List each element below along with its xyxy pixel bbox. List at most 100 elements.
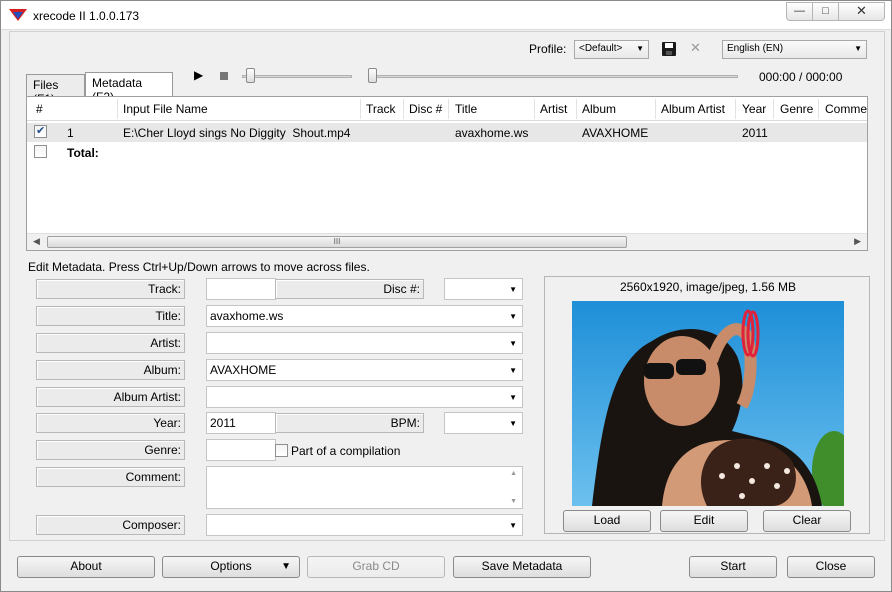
window-controls: — □ ✕ (786, 2, 885, 21)
scroll-up-icon[interactable]: ▲ (510, 470, 517, 477)
title-field[interactable]: avaxhome.ws ▼ (206, 305, 523, 327)
scroll-down-icon[interactable]: ▼ (510, 498, 517, 505)
year-input[interactable]: 2011 (206, 412, 276, 434)
language-select[interactable]: English (EN) ▼ (722, 40, 867, 59)
column-divider (117, 99, 118, 119)
chevron-down-icon: ▼ (509, 339, 517, 348)
chevron-down-icon: ▼ (509, 419, 517, 428)
start-button[interactable]: Start (689, 556, 777, 578)
compilation-label: Part of a compilation (291, 444, 401, 458)
chevron-down-icon: ▼ (509, 312, 517, 321)
file-list-table[interactable]: # Input File Name Track Disc # Title Art… (26, 96, 868, 251)
total-label: Total: (67, 146, 99, 160)
col-comment[interactable]: Comme (825, 102, 867, 116)
stop-icon[interactable] (220, 72, 228, 80)
options-button[interactable]: Options ▼ (162, 556, 300, 578)
language-value: English (EN) (727, 43, 784, 54)
seek-thumb[interactable] (368, 68, 377, 83)
album-field[interactable]: AVAXHOME ▼ (206, 359, 523, 381)
col-disc[interactable]: Disc # (409, 102, 442, 116)
xrecode-logo-icon (9, 9, 27, 21)
horizontal-scrollbar[interactable]: ◀ III ▶ (27, 233, 867, 250)
genre-label: Genre: (36, 440, 185, 460)
total-row: Total: (27, 143, 867, 162)
scroll-grip: III (333, 237, 341, 246)
profile-value: <Default> (579, 43, 623, 54)
profile-select[interactable]: <Default> ▼ (574, 40, 649, 59)
tab-files[interactable]: Files (F1) (26, 74, 85, 106)
col-title[interactable]: Title (455, 102, 477, 116)
row-number: 1 (67, 126, 74, 140)
row-file-name: E:\Cher Lloyd sings No Diggity Shout.mp4 (123, 126, 351, 140)
bpm-select[interactable]: ▼ (444, 412, 523, 434)
grab-cd-button[interactable]: Grab CD (307, 556, 445, 578)
edit-metadata-title: Edit Metadata. Press Ctrl+Up/Down arrows… (28, 260, 370, 274)
edit-button[interactable]: Edit (660, 510, 748, 532)
chevron-down-icon: ▼ (509, 521, 517, 530)
volume-slider[interactable] (242, 75, 352, 78)
main-panel: Profile: <Default> ▼ ✕ English (EN) ▼ ▶ … (9, 31, 885, 541)
load-button[interactable]: Load (563, 510, 651, 532)
comment-textarea[interactable]: ▲ ▼ (206, 466, 523, 509)
col-artist[interactable]: Artist (540, 102, 567, 116)
row-year: 2011 (742, 126, 768, 140)
x-icon[interactable]: ✕ (690, 40, 701, 56)
floppy-icon[interactable] (662, 42, 676, 56)
about-button[interactable]: About (17, 556, 155, 578)
close-icon[interactable]: ✕ (839, 2, 885, 21)
scroll-left-icon[interactable]: ◀ (33, 236, 40, 247)
seek-slider[interactable] (368, 75, 738, 78)
col-genre[interactable]: Genre (780, 102, 813, 116)
table-row[interactable]: ✔ 1 E:\Cher Lloyd sings No Diggity Shout… (27, 123, 867, 142)
scroll-right-icon[interactable]: ▶ (854, 236, 861, 247)
album-label: Album: (36, 360, 185, 380)
cover-art-info: 2560x1920, image/jpeg, 1.56 MB (619, 280, 797, 294)
col-number[interactable]: # (36, 102, 43, 116)
chevron-down-icon: ▼ (509, 285, 517, 294)
total-checkbox[interactable] (34, 145, 47, 158)
year-label: Year: (36, 413, 185, 433)
close-button[interactable]: Close (787, 556, 875, 578)
col-track[interactable]: Track (366, 102, 396, 116)
genre-input[interactable] (206, 439, 276, 461)
cover-art-panel: 2560x1920, image/jpeg, 1.56 MB Load Edit… (544, 276, 870, 534)
tab-metadata[interactable]: Metadata (F2) (85, 72, 173, 104)
minimize-icon[interactable]: — (786, 2, 813, 21)
table-header: # Input File Name Track Disc # Title Art… (27, 97, 867, 121)
album-artist-field[interactable]: ▼ (206, 386, 523, 408)
column-divider (448, 99, 449, 119)
maximize-icon[interactable]: □ (813, 2, 839, 21)
column-divider (403, 99, 404, 119)
title-value: avaxhome.ws (210, 309, 284, 323)
column-divider (655, 99, 656, 119)
disc-label: Disc #: (275, 279, 424, 299)
window-title: xrecode II 1.0.0.173 (33, 9, 140, 23)
year-value: 2011 (210, 416, 236, 430)
col-album-artist[interactable]: Album Artist (661, 102, 725, 116)
track-input[interactable] (206, 278, 276, 300)
disc-select[interactable]: ▼ (444, 278, 523, 300)
comment-label: Comment: (36, 467, 185, 487)
album-value: AVAXHOME (210, 363, 277, 377)
chevron-down-icon: ▼ (281, 561, 291, 572)
col-album[interactable]: Album (582, 102, 616, 116)
track-label: Track: (36, 279, 185, 299)
artist-field[interactable]: ▼ (206, 332, 523, 354)
compilation-checkbox[interactable] (275, 444, 288, 457)
save-metadata-button[interactable]: Save Metadata (453, 556, 591, 578)
row-title: avaxhome.ws (455, 126, 529, 140)
col-year[interactable]: Year (742, 102, 766, 116)
cover-art-image (572, 301, 844, 506)
clear-button[interactable]: Clear (763, 510, 851, 532)
scroll-thumb[interactable]: III (47, 236, 627, 248)
composer-label: Composer: (36, 515, 185, 535)
row-checkbox[interactable]: ✔ (34, 125, 47, 138)
col-input-file-name[interactable]: Input File Name (123, 102, 208, 116)
column-divider (818, 99, 819, 119)
column-divider (576, 99, 577, 119)
volume-thumb[interactable] (246, 68, 255, 83)
play-icon[interactable]: ▶ (194, 68, 203, 82)
cover-art-picture (572, 301, 844, 506)
column-divider (534, 99, 535, 119)
composer-field[interactable]: ▼ (206, 514, 523, 536)
